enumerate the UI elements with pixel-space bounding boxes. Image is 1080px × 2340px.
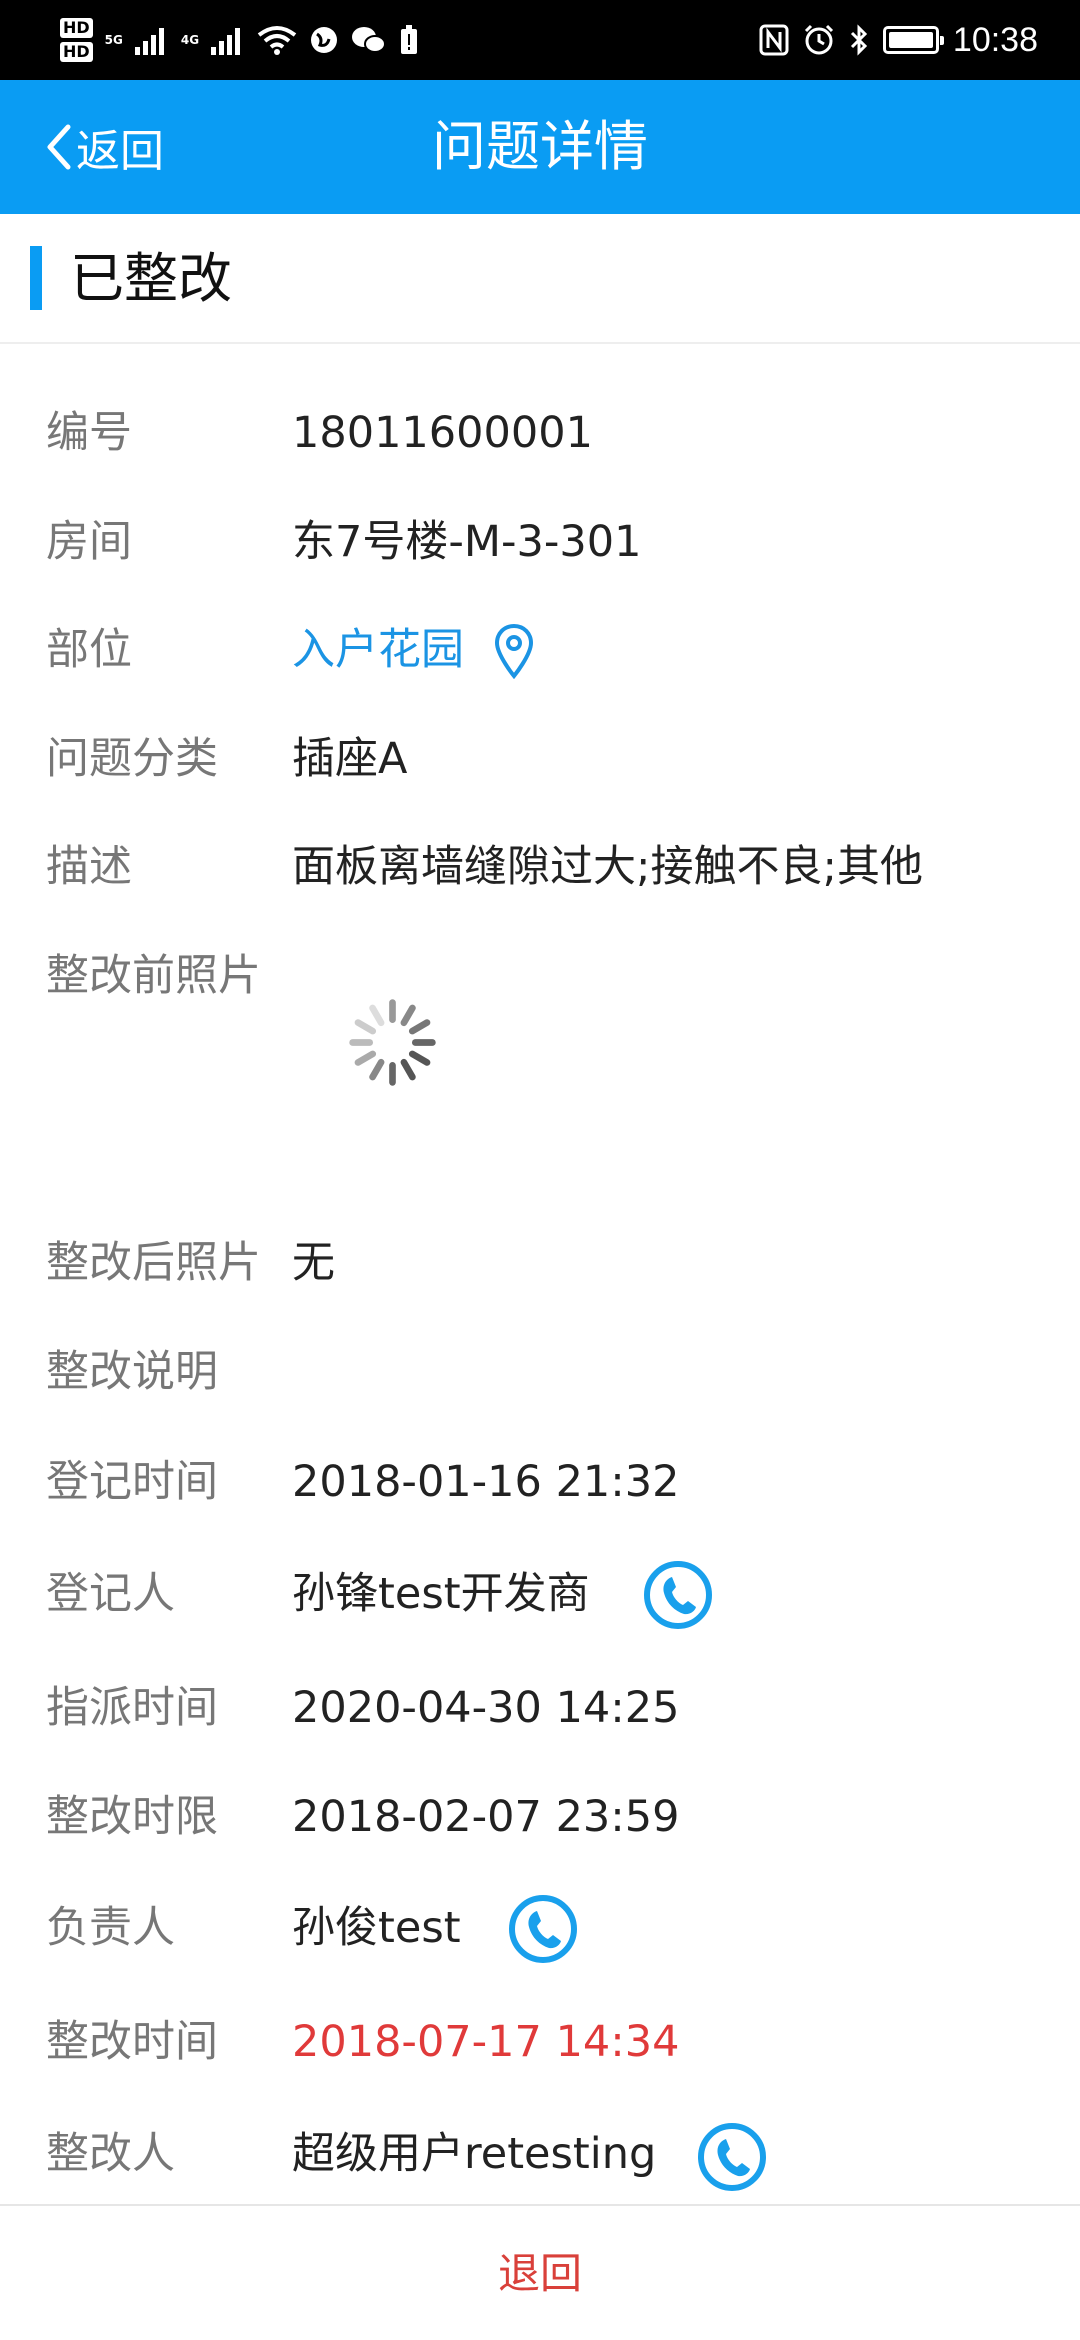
status-title: 已整改	[70, 247, 232, 310]
signal-icon-2	[211, 28, 241, 55]
detail-row-assign-time: 指派时间 2020-04-30 14:25	[0, 1663, 1080, 1753]
detail-row-owner: 负责人 孙俊test	[0, 1883, 1080, 1973]
status-time: 10:38	[952, 20, 1038, 59]
detail-row-room: 房间 东7号楼-M-3-301	[0, 497, 1080, 587]
signal-icon	[134, 28, 164, 55]
number-label: 编号	[46, 408, 132, 458]
wechat-icon	[352, 27, 387, 53]
hd-badge-1: HD	[60, 18, 93, 38]
detail-row-category: 问题分类 插座A	[0, 714, 1080, 804]
photos-after-value: 无	[292, 1238, 335, 1288]
screen: HD HD 5G 4G 10:38 返回 问题详情 已整改 编号 1801160…	[0, 0, 1080, 2340]
detail-row-description: 描述 面板离墙缝隙过大;接触不良;其他	[0, 822, 1080, 912]
owner-call-icon[interactable]	[507, 1893, 579, 1965]
assign-time-value: 2020-04-30 14:25	[292, 1683, 680, 1733]
deadline-label: 整改时限	[46, 1792, 218, 1842]
nfc-icon	[759, 24, 789, 56]
status-bar: HD HD 5G 4G 10:38	[0, 0, 1080, 80]
photos-after-label: 整改后照片	[46, 1238, 261, 1288]
detail-row-number: 编号 18011600001	[0, 388, 1080, 478]
assign-time-label: 指派时间	[46, 1683, 218, 1733]
detail-row-deadline: 整改时限 2018-02-07 23:59	[0, 1772, 1080, 1862]
globe-icon	[311, 27, 338, 53]
section-accent-bar	[30, 246, 42, 310]
room-label: 房间	[46, 517, 132, 567]
rectify-time-label: 整改时间	[46, 2017, 218, 2067]
registrant-call-icon[interactable]	[642, 1559, 714, 1631]
category-label: 问题分类	[46, 734, 218, 784]
register-time-value: 2018-01-16 21:32	[292, 1457, 680, 1507]
page-title: 问题详情	[432, 115, 648, 178]
owner-label: 负责人	[46, 1903, 175, 1953]
battery-alert-icon	[401, 25, 418, 54]
status-right-group: 10:38	[759, 0, 1038, 80]
owner-value: 孙俊test	[292, 1903, 461, 1953]
rectifier-label: 整改人	[46, 2129, 175, 2179]
registrant-label: 登记人	[46, 1569, 175, 1619]
description-label: 描述	[46, 842, 132, 892]
status-left-group: HD HD 5G 4G	[60, 8, 419, 72]
position-label: 部位	[46, 625, 132, 675]
registrant-value: 孙锋test开发商	[292, 1569, 590, 1619]
navigation-bar: 返回 问题详情	[0, 80, 1080, 214]
status-section-header: 已整改	[0, 214, 1080, 344]
return-button[interactable]: 退回	[0, 2206, 1080, 2340]
rectify-note-label: 整改说明	[46, 1347, 218, 1397]
network-5g-label: 5G	[104, 33, 123, 47]
bottom-action-bar: 退回	[0, 2204, 1080, 2340]
bluetooth-icon	[850, 24, 868, 56]
category-value: 插座A	[292, 734, 408, 784]
rectify-time-value: 2018-07-17 14:34	[292, 2017, 680, 2067]
number-value: 18011600001	[292, 408, 593, 458]
detail-row-rectifier: 整改人 超级用户retesting	[0, 2109, 1080, 2199]
detail-row-rectify-note: 整改说明	[0, 1327, 1080, 1417]
battery-icon	[882, 26, 944, 54]
rectifier-call-icon[interactable]	[696, 2121, 768, 2193]
location-pin-icon[interactable]	[494, 623, 534, 679]
description-value: 面板离墙缝隙过大;接触不良;其他	[292, 842, 923, 892]
detail-row-photos-after: 整改后照片 无	[0, 1218, 1080, 1308]
wifi-icon	[257, 26, 297, 55]
detail-row-position[interactable]: 部位 入户花园	[0, 605, 1080, 695]
detail-row-registrant: 登记人 孙锋test开发商	[0, 1549, 1080, 1639]
detail-row-rectify-time: 整改时间 2018-07-17 14:34	[0, 1997, 1080, 2087]
deadline-value: 2018-02-07 23:59	[292, 1792, 680, 1842]
room-value: 东7号楼-M-3-301	[292, 517, 642, 567]
alarm-icon	[804, 24, 833, 55]
hd-badges: HD HD	[60, 18, 93, 62]
hd-badge-2: HD	[60, 42, 93, 62]
network-4g-label: 4G	[180, 33, 200, 47]
rectifier-value: 超级用户retesting	[292, 2129, 657, 2179]
loading-spinner-icon	[349, 999, 436, 1086]
detail-row-photos-before: 整改前照片	[0, 931, 1080, 1021]
photos-before-label: 整改前照片	[46, 951, 261, 1001]
register-time-label: 登记时间	[46, 1457, 218, 1507]
position-value[interactable]: 入户花园	[292, 605, 464, 695]
detail-row-register-time: 登记时间 2018-01-16 21:32	[0, 1437, 1080, 1527]
